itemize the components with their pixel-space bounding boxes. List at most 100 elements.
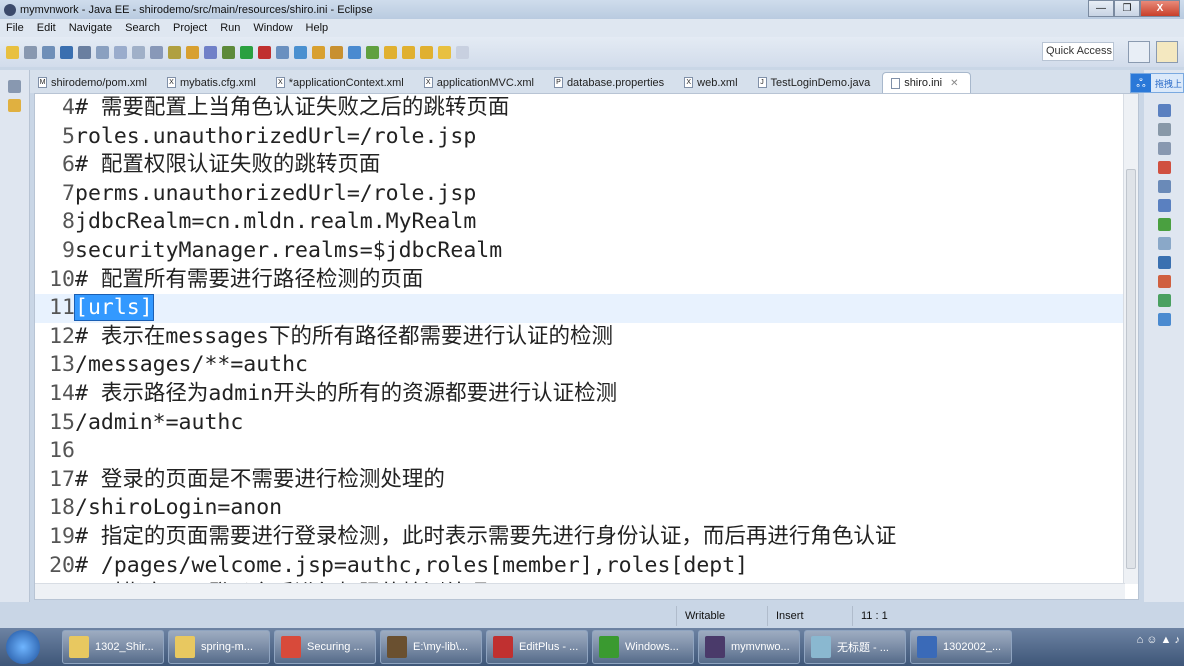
taskbar-item[interactable]: Securing ... (274, 630, 376, 664)
file-icon: M (38, 77, 47, 88)
app-icon (387, 636, 407, 658)
start-button[interactable] (6, 630, 40, 664)
menu-help[interactable]: Help (306, 22, 329, 34)
toolbar-icon[interactable] (42, 45, 55, 59)
vertical-scrollbar[interactable] (1123, 94, 1138, 584)
view-icon[interactable] (1157, 218, 1171, 231)
line-text: /admin*=authc (75, 409, 244, 435)
tab-label: TestLoginDemo.java (770, 76, 871, 89)
java-ee-perspective-button[interactable] (1156, 41, 1178, 63)
close-tab-icon[interactable]: ✕ (950, 78, 958, 89)
toolbar-icon[interactable] (150, 45, 163, 59)
tab-database-properties[interactable]: Pdatabase.properties (546, 72, 676, 93)
toolbar-icon[interactable] (168, 45, 181, 59)
view-icon[interactable] (1157, 123, 1171, 136)
toolbar-icon[interactable] (6, 45, 19, 59)
minimize-button[interactable]: — (1088, 0, 1114, 17)
toolbar-icon[interactable] (186, 45, 199, 59)
tray-icons[interactable]: ⌂ ☺ ▲ ♪ (1137, 634, 1180, 646)
taskbar-item[interactable]: EditPlus - ... (486, 630, 588, 664)
restore-icon[interactable] (8, 80, 21, 93)
tab-web-xml[interactable]: Xweb.xml (676, 72, 749, 93)
tab-shiro-ini[interactable]: shiro.ini ✕ (882, 72, 972, 93)
view-icon[interactable] (1157, 199, 1171, 212)
toolbar-icon[interactable] (114, 45, 127, 59)
baidu-drag-label: 拖拽上 (1155, 78, 1183, 89)
toolbar-icon[interactable] (294, 45, 307, 59)
toolbar-icon[interactable] (330, 45, 343, 59)
view-icon[interactable] (1157, 294, 1171, 307)
scrollbar-thumb[interactable] (1126, 169, 1136, 569)
toolbar-icon[interactable] (240, 45, 253, 59)
menu-edit[interactable]: Edit (37, 22, 56, 34)
toolbar-icon[interactable] (420, 45, 433, 59)
menu-window[interactable]: Window (253, 22, 292, 34)
line-number: 16 (49, 438, 75, 464)
quick-access-input[interactable]: Quick Access (1042, 42, 1114, 61)
file-icon (891, 77, 901, 89)
app-icon (281, 636, 301, 658)
code-line: 6# 配置权限认证失败的跳转页面 (35, 151, 1125, 180)
tab-label: *applicationContext.xml (288, 76, 404, 89)
editor-tabs: Mshirodemo/pom.xml Xmybatis.cfg.xml X *appl… (30, 70, 1130, 93)
tab-applicationmvc-xml[interactable]: XapplicationMVC.xml (416, 72, 546, 93)
toolbar-icon[interactable] (204, 45, 217, 59)
toolbar-icon[interactable] (60, 45, 73, 59)
line-number: 19 (49, 523, 75, 549)
toolbar-icon[interactable] (276, 45, 289, 59)
taskbar-item[interactable]: Windows... (592, 630, 694, 664)
menu-search[interactable]: Search (125, 22, 160, 34)
tab-shirodemo-pom-xml[interactable]: Mshirodemo/pom.xml (30, 72, 159, 93)
taskbar-item[interactable]: mymvnwo... (698, 630, 800, 664)
toolbar-icon[interactable] (96, 45, 109, 59)
file-icon: X (275, 77, 285, 88)
menu-file[interactable]: File (6, 22, 24, 34)
maximize-button[interactable]: ❐ (1114, 0, 1140, 17)
toolbar-icon[interactable] (24, 45, 37, 59)
selected-text: [urls] (74, 294, 154, 322)
code-line: 19# 指定的页面需要进行登录检测，此时表示需要先进行身份认证，而后再进行角色认… (35, 523, 1125, 552)
toolbar-icon[interactable] (258, 45, 271, 59)
toolbar-icon[interactable] (384, 45, 397, 59)
view-icon[interactable] (1157, 275, 1171, 288)
baidu-cloud-icon: ஃ (1131, 74, 1151, 92)
taskbar-item[interactable]: spring-m... (168, 630, 270, 664)
toolbar-icon[interactable] (456, 45, 469, 59)
open-perspective-button[interactable] (1128, 41, 1150, 63)
code-editor[interactable]: 4# 需要配置上当角色认证失败之后的跳转页面 5roles.unauthorize… (34, 93, 1139, 600)
line-text: # 表示在messages下的所有路径都需要进行认证的检测 (75, 323, 613, 349)
view-icon[interactable] (1157, 237, 1171, 250)
taskbar-item[interactable]: 无标题 - ... (804, 630, 906, 664)
line-text: # 配置权限认证失败的跳转页面 (75, 152, 381, 178)
taskbar-item[interactable]: 1302_Shir... (62, 630, 164, 664)
tab--applicationcontext-xml[interactable]: X *applicationContext.xml (268, 72, 416, 93)
close-button[interactable]: X (1140, 0, 1180, 17)
toolbar-icon[interactable] (132, 45, 145, 59)
toolbar-icon[interactable] (366, 45, 379, 59)
view-icon[interactable] (1157, 142, 1171, 155)
menu-navigate[interactable]: Navigate (69, 22, 112, 34)
view-icon[interactable] (1157, 313, 1171, 326)
view-icon[interactable] (1157, 104, 1171, 117)
horizontal-scrollbar[interactable] (35, 583, 1125, 599)
toolbar-icon[interactable] (312, 45, 325, 59)
line-text: # 配置所有需要进行路径检测的页面 (75, 266, 424, 292)
view-icon[interactable] (1157, 161, 1171, 174)
project-explorer-icon[interactable] (8, 99, 21, 112)
menu-project[interactable]: Project (173, 22, 207, 34)
tab-mybatis-cfg-xml[interactable]: Xmybatis.cfg.xml (159, 72, 268, 93)
app-icon (493, 636, 513, 658)
menu-run[interactable]: Run (220, 22, 240, 34)
taskbar-item[interactable]: 1302002_... (910, 630, 1012, 664)
tab-testlogindemo-java[interactable]: J TestLoginDemo.java (750, 72, 883, 93)
line-number: 7 (62, 180, 75, 206)
toolbar-icon[interactable] (402, 45, 415, 59)
view-icon[interactable] (1157, 256, 1171, 269)
view-icon[interactable] (1157, 180, 1171, 193)
toolbar-icon[interactable] (348, 45, 361, 59)
toolbar-icon[interactable] (438, 45, 451, 59)
toolbar-icon[interactable] (222, 45, 235, 59)
taskbar-item[interactable]: E:\my-lib\... (380, 630, 482, 664)
baidu-drag-popup[interactable]: ஃ 拖拽上 (1130, 73, 1184, 93)
toolbar-icon[interactable] (78, 45, 91, 59)
